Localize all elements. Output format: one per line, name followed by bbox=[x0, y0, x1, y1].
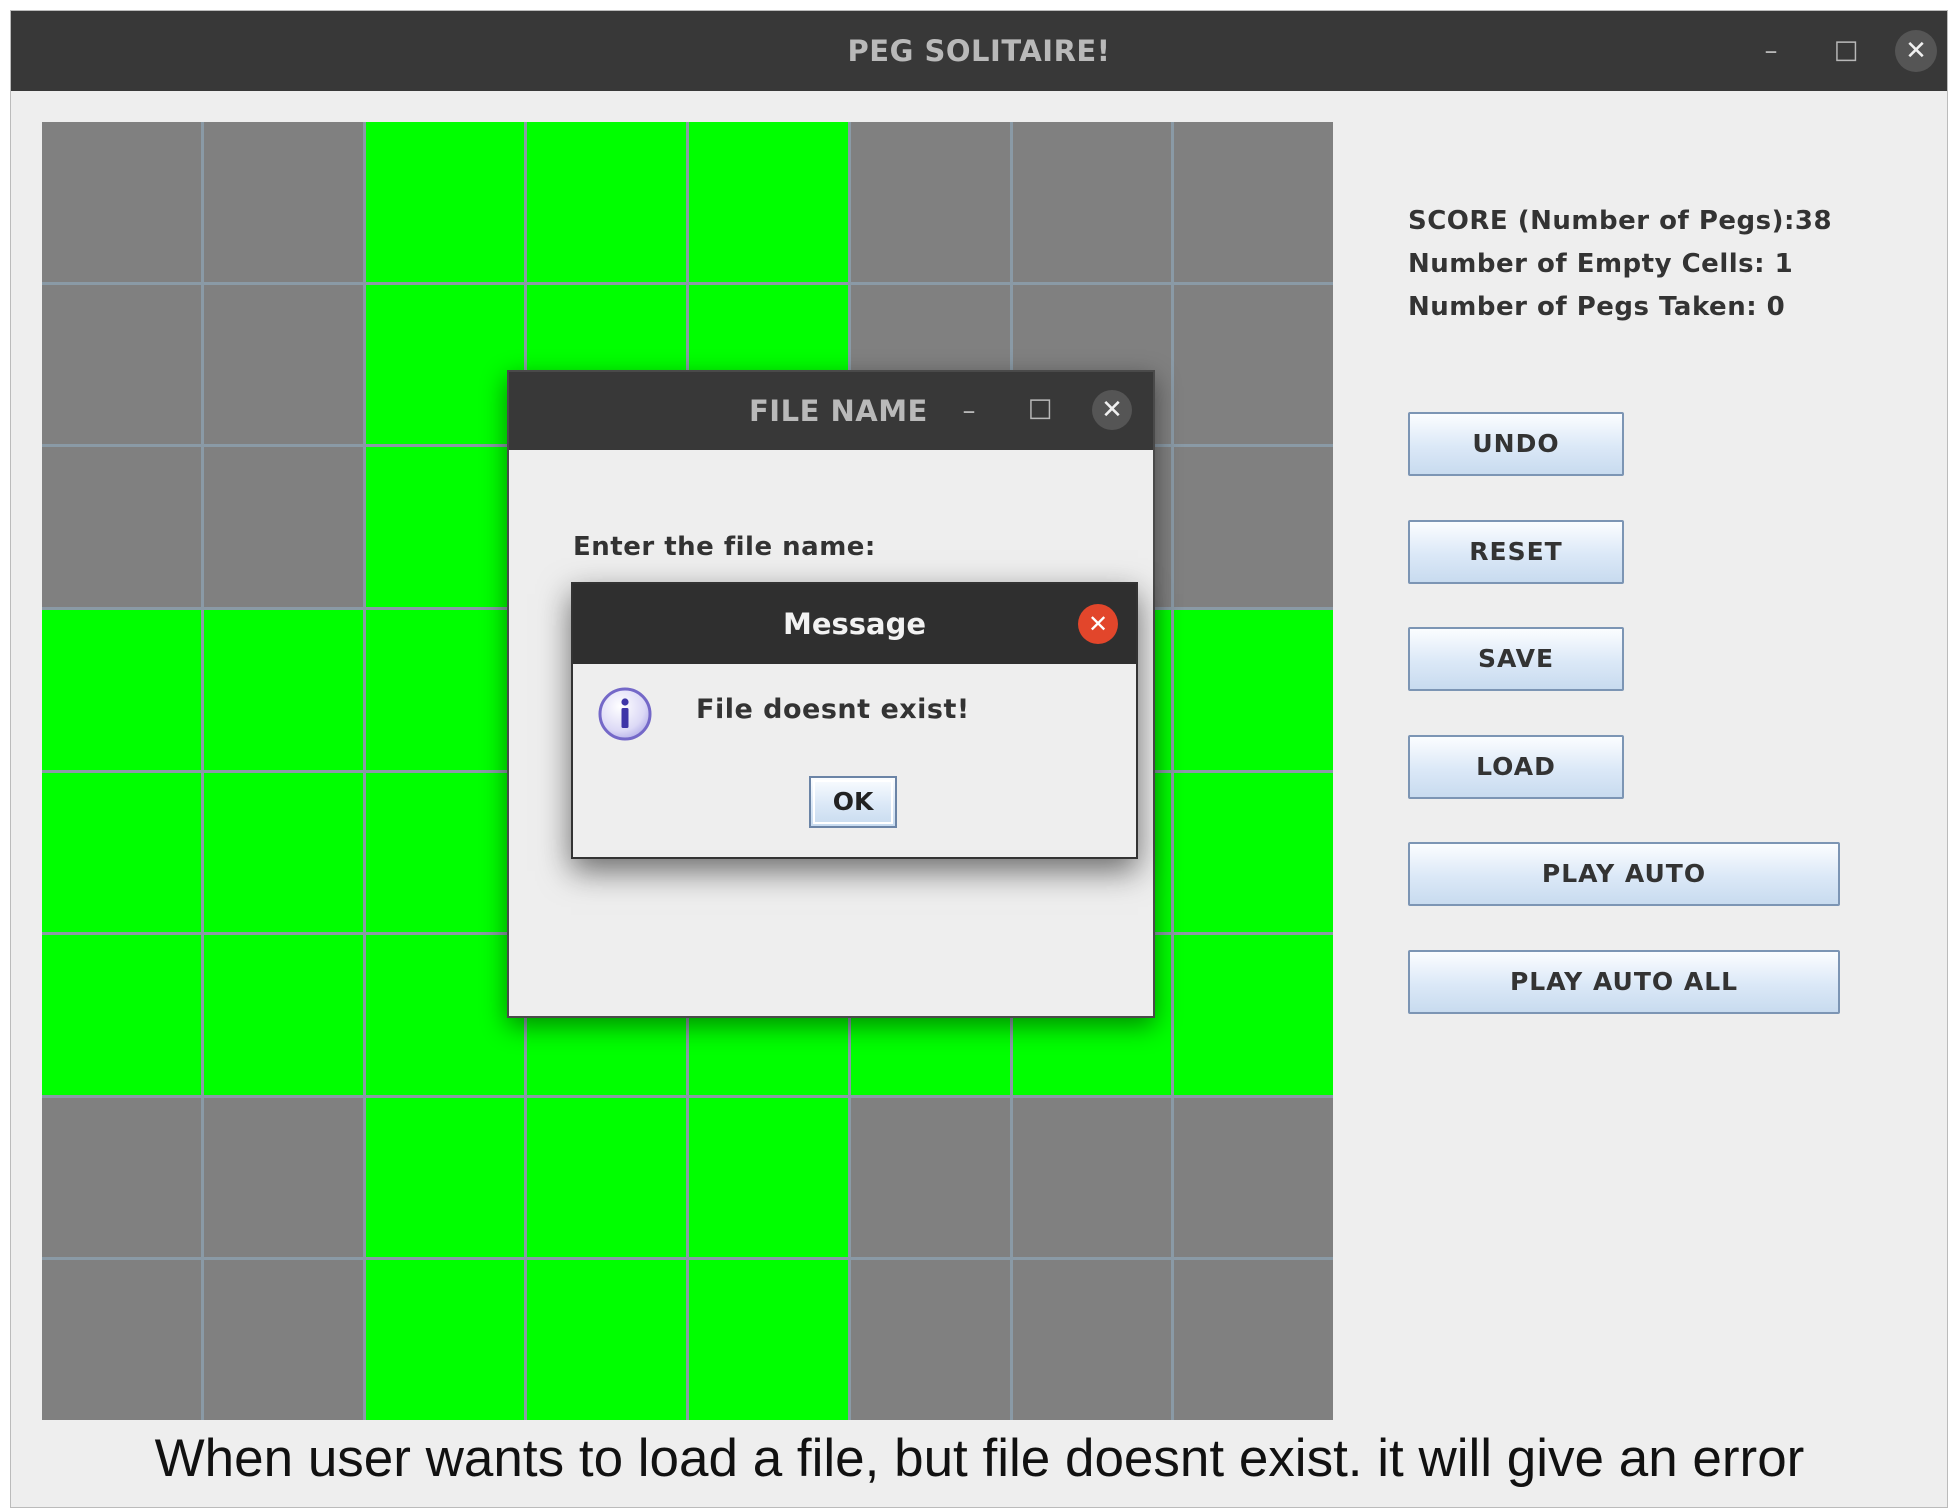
caption-text: When user wants to load a file, but file… bbox=[154, 1429, 1805, 1488]
board-cell-peg[interactable] bbox=[1174, 935, 1333, 1095]
board-cell-empty[interactable] bbox=[203, 1260, 363, 1420]
board-cell-empty[interactable] bbox=[42, 1097, 201, 1258]
board-cell-peg[interactable] bbox=[365, 447, 525, 607]
file-dialog-minimize-icon[interactable]: – bbox=[954, 393, 984, 429]
message-text: File doesnt exist! bbox=[696, 694, 970, 725]
board-cell-empty[interactable] bbox=[203, 284, 363, 445]
empty-cells-label: Number of Empty Cells: 1 bbox=[1408, 249, 1794, 279]
message-dialog-title: Message bbox=[782, 607, 927, 641]
board-cell-peg[interactable] bbox=[1174, 609, 1333, 770]
message-dialog-close-icon[interactable]: ✕ bbox=[1078, 604, 1118, 644]
window-title: PEG SOLITAIRE! bbox=[847, 34, 1111, 68]
board-cell-empty[interactable] bbox=[1012, 122, 1172, 282]
board-cell-peg[interactable] bbox=[527, 1097, 686, 1258]
score-label: SCORE (Number of Pegs):38 bbox=[1408, 206, 1833, 236]
board-cell-empty[interactable] bbox=[42, 284, 201, 445]
board-cell-empty[interactable] bbox=[1012, 1260, 1172, 1420]
reset-button[interactable]: RESET bbox=[1408, 520, 1624, 584]
board-cell-peg[interactable] bbox=[42, 609, 201, 770]
message-dialog: Message ✕ File doesnt exist! OK bbox=[571, 582, 1138, 859]
board-cell-empty[interactable] bbox=[42, 122, 201, 282]
board-cell-empty[interactable] bbox=[42, 447, 201, 607]
maximize-icon[interactable]: □ bbox=[1831, 35, 1861, 65]
board-cell-peg[interactable] bbox=[203, 935, 363, 1095]
board-cell-peg[interactable] bbox=[42, 772, 201, 933]
board-cell-empty[interactable] bbox=[203, 447, 363, 607]
board-cell-empty[interactable] bbox=[850, 1260, 1010, 1420]
pegs-taken-label: Number of Pegs Taken: 0 bbox=[1408, 292, 1786, 322]
ok-button[interactable]: OK bbox=[809, 776, 897, 828]
minimize-icon[interactable]: – bbox=[1756, 33, 1786, 69]
board-cell-peg[interactable] bbox=[365, 122, 525, 282]
board-cell-empty[interactable] bbox=[203, 122, 363, 282]
board-cell-peg[interactable] bbox=[689, 1260, 848, 1420]
board-cell-peg[interactable] bbox=[365, 935, 525, 1095]
board-cell-empty[interactable] bbox=[850, 122, 1010, 282]
message-dialog-titlebar[interactable]: Message ✕ bbox=[573, 584, 1136, 664]
file-dialog-titlebar[interactable]: FILE NAME – □ ✕ bbox=[509, 372, 1153, 450]
play-auto-button[interactable]: PLAY AUTO bbox=[1408, 842, 1840, 906]
board-cell-empty[interactable] bbox=[1174, 1260, 1333, 1420]
board-cell-peg[interactable] bbox=[1174, 772, 1333, 933]
file-dialog-maximize-icon[interactable]: □ bbox=[1025, 393, 1055, 423]
window-titlebar[interactable]: PEG SOLITAIRE! – □ ✕ bbox=[11, 11, 1947, 91]
file-dialog-title: FILE NAME bbox=[749, 394, 928, 428]
info-icon bbox=[598, 687, 652, 741]
board-cell-empty[interactable] bbox=[1174, 1097, 1333, 1258]
stats-panel: SCORE (Number of Pegs):38 Number of Empt… bbox=[1408, 200, 1832, 329]
board-cell-peg[interactable] bbox=[365, 772, 525, 933]
board-cell-peg[interactable] bbox=[365, 1260, 525, 1420]
board-cell-empty[interactable] bbox=[42, 1260, 201, 1420]
board-cell-peg[interactable] bbox=[42, 935, 201, 1095]
board-cell-peg[interactable] bbox=[365, 284, 525, 445]
board-cell-peg[interactable] bbox=[203, 609, 363, 770]
board-cell-empty[interactable] bbox=[203, 1097, 363, 1258]
board-cell-empty[interactable] bbox=[850, 1097, 1010, 1258]
file-dialog-close-icon[interactable]: ✕ bbox=[1092, 390, 1132, 430]
board-cell-peg[interactable] bbox=[527, 122, 686, 282]
board-cell-empty[interactable] bbox=[1174, 122, 1333, 282]
close-icon[interactable]: ✕ bbox=[1895, 30, 1937, 72]
play-auto-all-button[interactable]: PLAY AUTO ALL bbox=[1408, 950, 1840, 1014]
save-button[interactable]: SAVE bbox=[1408, 627, 1624, 691]
board-cell-empty[interactable] bbox=[1012, 1097, 1172, 1258]
file-name-prompt: Enter the file name: bbox=[573, 532, 876, 562]
board-cell-peg[interactable] bbox=[527, 1260, 686, 1420]
board-cell-peg[interactable] bbox=[365, 1097, 525, 1258]
board-cell-empty[interactable] bbox=[1174, 284, 1333, 445]
board-cell-peg[interactable] bbox=[365, 609, 525, 770]
board-cell-peg[interactable] bbox=[203, 772, 363, 933]
load-button[interactable]: LOAD bbox=[1408, 735, 1624, 799]
board-cell-peg[interactable] bbox=[689, 1097, 848, 1258]
undo-button[interactable]: UNDO bbox=[1408, 412, 1624, 476]
board-cell-empty[interactable] bbox=[1174, 447, 1333, 607]
board-cell-peg[interactable] bbox=[689, 122, 848, 282]
